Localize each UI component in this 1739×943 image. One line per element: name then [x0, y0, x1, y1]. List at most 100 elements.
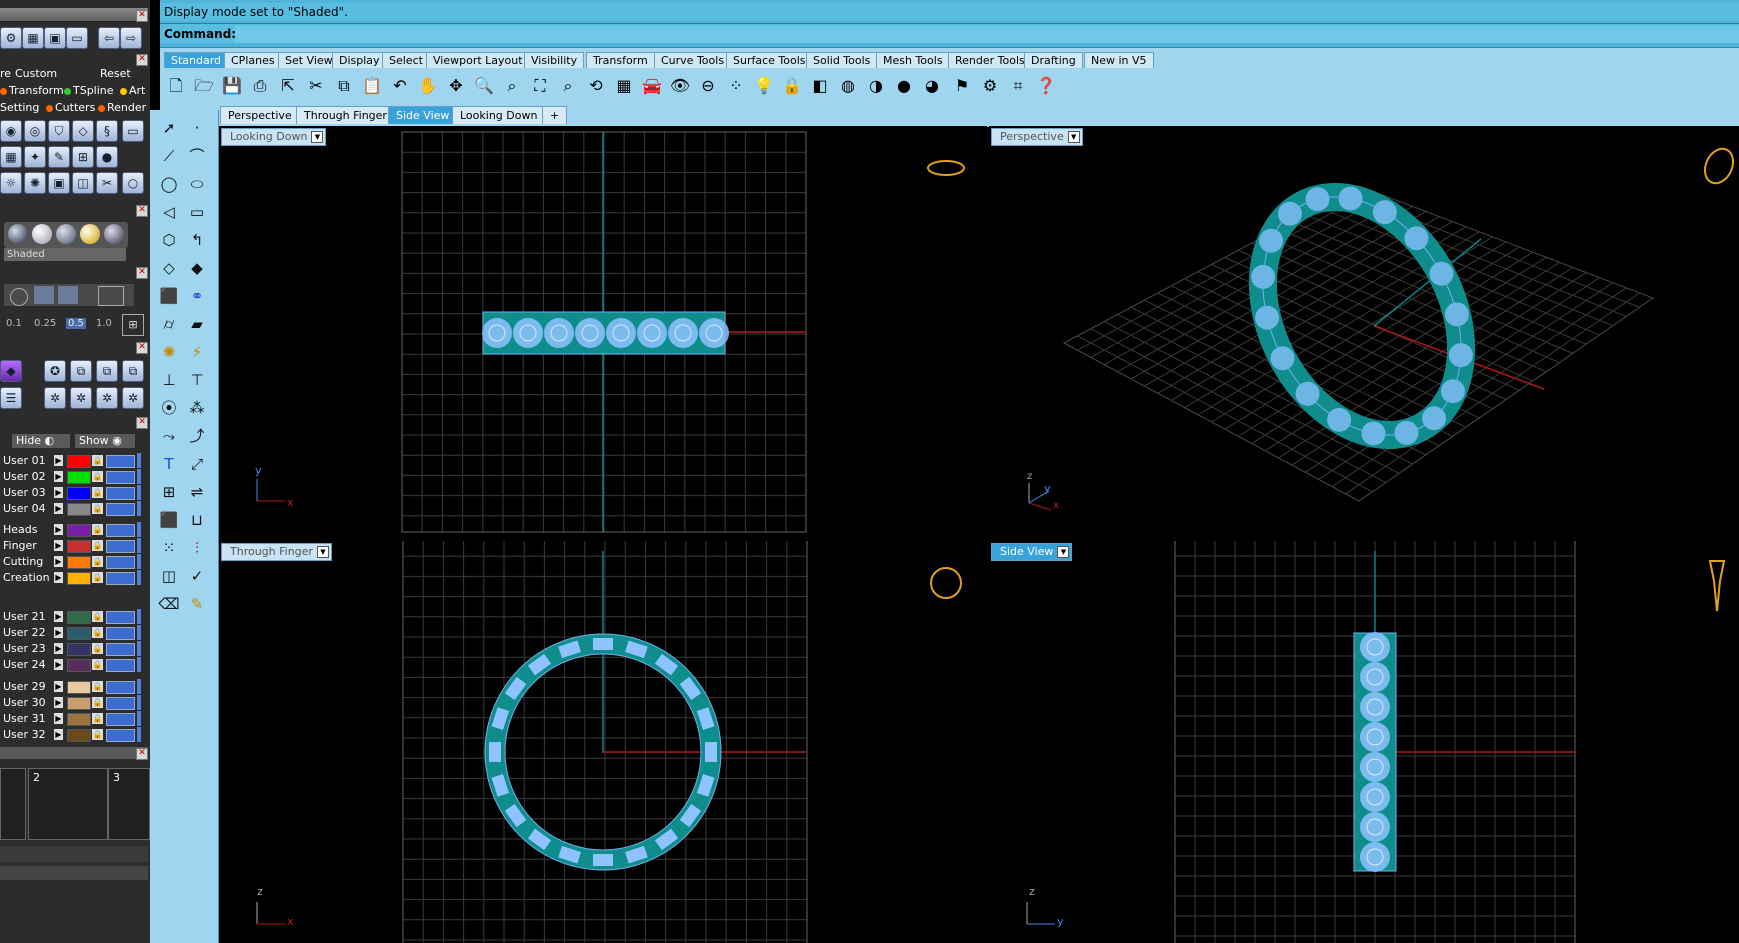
viewport-canvas[interactable]: [989, 126, 1739, 539]
eye-icon[interactable]: 👁: [668, 74, 692, 98]
scale-0.25[interactable]: 0.25: [34, 318, 56, 329]
shape-icon[interactable]: ◉: [0, 120, 22, 142]
wizard-icon[interactable]: ✪: [44, 360, 66, 382]
split-icon[interactable]: ◫: [72, 172, 94, 194]
cut-tool-icon[interactable]: ⧉: [122, 360, 144, 382]
layer-row[interactable]: User 03 ▶ 🔒: [0, 485, 141, 500]
lock-icon[interactable]: 🔒: [780, 74, 804, 98]
close-icon[interactable]: ✕: [136, 54, 148, 66]
layer-material[interactable]: [106, 455, 135, 468]
sphere-icon[interactable]: [8, 224, 28, 244]
lock-icon[interactable]: 🔒: [92, 697, 103, 708]
cut-icon[interactable]: ✂: [304, 74, 328, 98]
chevron-down-icon[interactable]: ▼: [1067, 131, 1080, 143]
help-icon[interactable]: ❓: [1034, 74, 1058, 98]
cutters-tab[interactable]: Cutters: [46, 101, 95, 114]
lock-icon[interactable]: 🔒: [92, 556, 103, 567]
star-icon[interactable]: ✦: [24, 146, 46, 168]
viewport-top-right[interactable]: Perspective ▼ z y x: [989, 126, 1739, 539]
expand-arrow-icon[interactable]: ▶: [54, 471, 63, 482]
layer-material[interactable]: [106, 556, 135, 569]
layer-material[interactable]: [106, 503, 135, 516]
copy-icon[interactable]: ⧉: [332, 74, 356, 98]
new-file-icon[interactable]: 🗋: [164, 74, 188, 98]
box-icon[interactable]: ▣: [48, 172, 70, 194]
lock-icon[interactable]: 🔒: [92, 471, 103, 482]
viewport-canvas[interactable]: [219, 541, 987, 943]
paste-icon[interactable]: 📋: [360, 74, 384, 98]
lightbulb-icon[interactable]: 💡: [752, 74, 776, 98]
toolbar-tab[interactable]: Mesh Tools: [876, 52, 950, 68]
expand-arrow-icon[interactable]: ▶: [54, 729, 63, 740]
layer-material[interactable]: [106, 713, 135, 726]
layer-material[interactable]: [106, 524, 135, 537]
custom-tab[interactable]: Custom: [15, 67, 57, 80]
viewport-bottom-right[interactable]: Side View ▼ z y: [989, 541, 1739, 943]
expand-arrow-icon[interactable]: ▶: [54, 540, 63, 551]
join-icon[interactable]: ⦿: [156, 396, 182, 420]
lock-icon[interactable]: 🔒: [92, 455, 103, 466]
cylinder-icon[interactable]: ⌭: [156, 312, 182, 336]
toolbar-tab[interactable]: Transform: [586, 52, 655, 68]
show-layers-button[interactable]: Show ◉: [75, 434, 135, 448]
lock-icon[interactable]: 🔒: [92, 659, 103, 670]
burst-icon[interactable]: ✺: [24, 172, 46, 194]
layer-row[interactable]: Cutting ▶ 🔒: [0, 554, 141, 569]
toolbar-tab[interactable]: CPlanes: [224, 52, 282, 68]
layer-material[interactable]: [106, 487, 135, 500]
viewport-bottom-left[interactable]: Through Finger ▼ z x: [219, 541, 987, 943]
layer-material[interactable]: [106, 611, 135, 624]
layer-row[interactable]: Finger ▶ 🔒: [0, 538, 141, 553]
viewport-tab[interactable]: Looking Down: [452, 106, 546, 124]
close-icon[interactable]: ✕: [136, 417, 148, 429]
layer-material[interactable]: [106, 627, 135, 640]
expand-arrow-icon[interactable]: ▶: [54, 659, 63, 670]
lock-icon[interactable]: 🔒: [92, 540, 103, 551]
layer-color-swatch[interactable]: [67, 572, 91, 585]
print-icon[interactable]: ⎙: [248, 74, 272, 98]
page-slot-1[interactable]: [0, 768, 26, 840]
layer-color-swatch[interactable]: [67, 455, 91, 468]
crop-icon[interactable]: ⌗: [1006, 74, 1030, 98]
transform-tab[interactable]: Transform: [0, 84, 64, 97]
prong-icon[interactable]: ✲: [70, 387, 92, 409]
toolbar-tab[interactable]: Select: [382, 52, 430, 68]
lock-icon[interactable]: 🔒: [92, 643, 103, 654]
undo-icon[interactable]: ↶: [388, 74, 412, 98]
lock-icon[interactable]: 🔒: [92, 487, 103, 498]
cut-icon[interactable]: ✂: [96, 172, 118, 194]
spark-icon[interactable]: ⚡: [184, 340, 210, 364]
toolbar-tab[interactable]: Curve Tools: [654, 52, 732, 68]
explode-icon[interactable]: ✺: [156, 340, 182, 364]
grid-snap-icon[interactable]: ⊞: [122, 314, 144, 336]
zoom-selected-icon[interactable]: ⌕: [556, 74, 580, 98]
lock-icon[interactable]: 🔒: [92, 572, 103, 583]
toolbar-tab[interactable]: Render Tools: [948, 52, 1032, 68]
move-icon[interactable]: ✥: [444, 74, 468, 98]
layer-icon[interactable]: ◧: [808, 74, 832, 98]
cut-tool-icon[interactable]: ⧉: [70, 360, 92, 382]
point-icon[interactable]: ·: [184, 116, 210, 140]
open-folder-icon[interactable]: 🗁: [192, 74, 216, 98]
gem-icon[interactable]: ◇: [72, 120, 94, 142]
mesh-icon[interactable]: ⊞: [72, 146, 94, 168]
viewport-label[interactable]: Through Finger ▼: [221, 543, 332, 561]
trim-icon[interactable]: ⊤: [184, 368, 210, 392]
toolbar-tab[interactable]: Surface Tools: [726, 52, 813, 68]
layer-color-swatch[interactable]: [67, 713, 91, 726]
blend-icon[interactable]: ⤴: [184, 424, 210, 448]
lock-icon[interactable]: 🔒: [92, 713, 103, 724]
lock-icon[interactable]: 🔒: [92, 503, 103, 514]
toolbar-tab[interactable]: Viewport Layout: [426, 52, 530, 68]
expand-arrow-icon[interactable]: ▶: [54, 503, 63, 514]
circle-arrow-icon[interactable]: ⊖: [696, 74, 720, 98]
circle-icon[interactable]: ○: [122, 172, 144, 194]
close-icon[interactable]: ✕: [136, 205, 148, 217]
layer-row[interactable]: User 29 ▶ 🔒: [0, 679, 141, 694]
expand-arrow-icon[interactable]: ▶: [54, 487, 63, 498]
close-icon[interactable]: ✕: [136, 342, 148, 354]
offset-icon[interactable]: ⤳: [156, 424, 182, 448]
expand-arrow-icon[interactable]: ▶: [54, 556, 63, 567]
layer-material[interactable]: [106, 643, 135, 656]
layer-row[interactable]: User 31 ▶ 🔒: [0, 711, 141, 726]
